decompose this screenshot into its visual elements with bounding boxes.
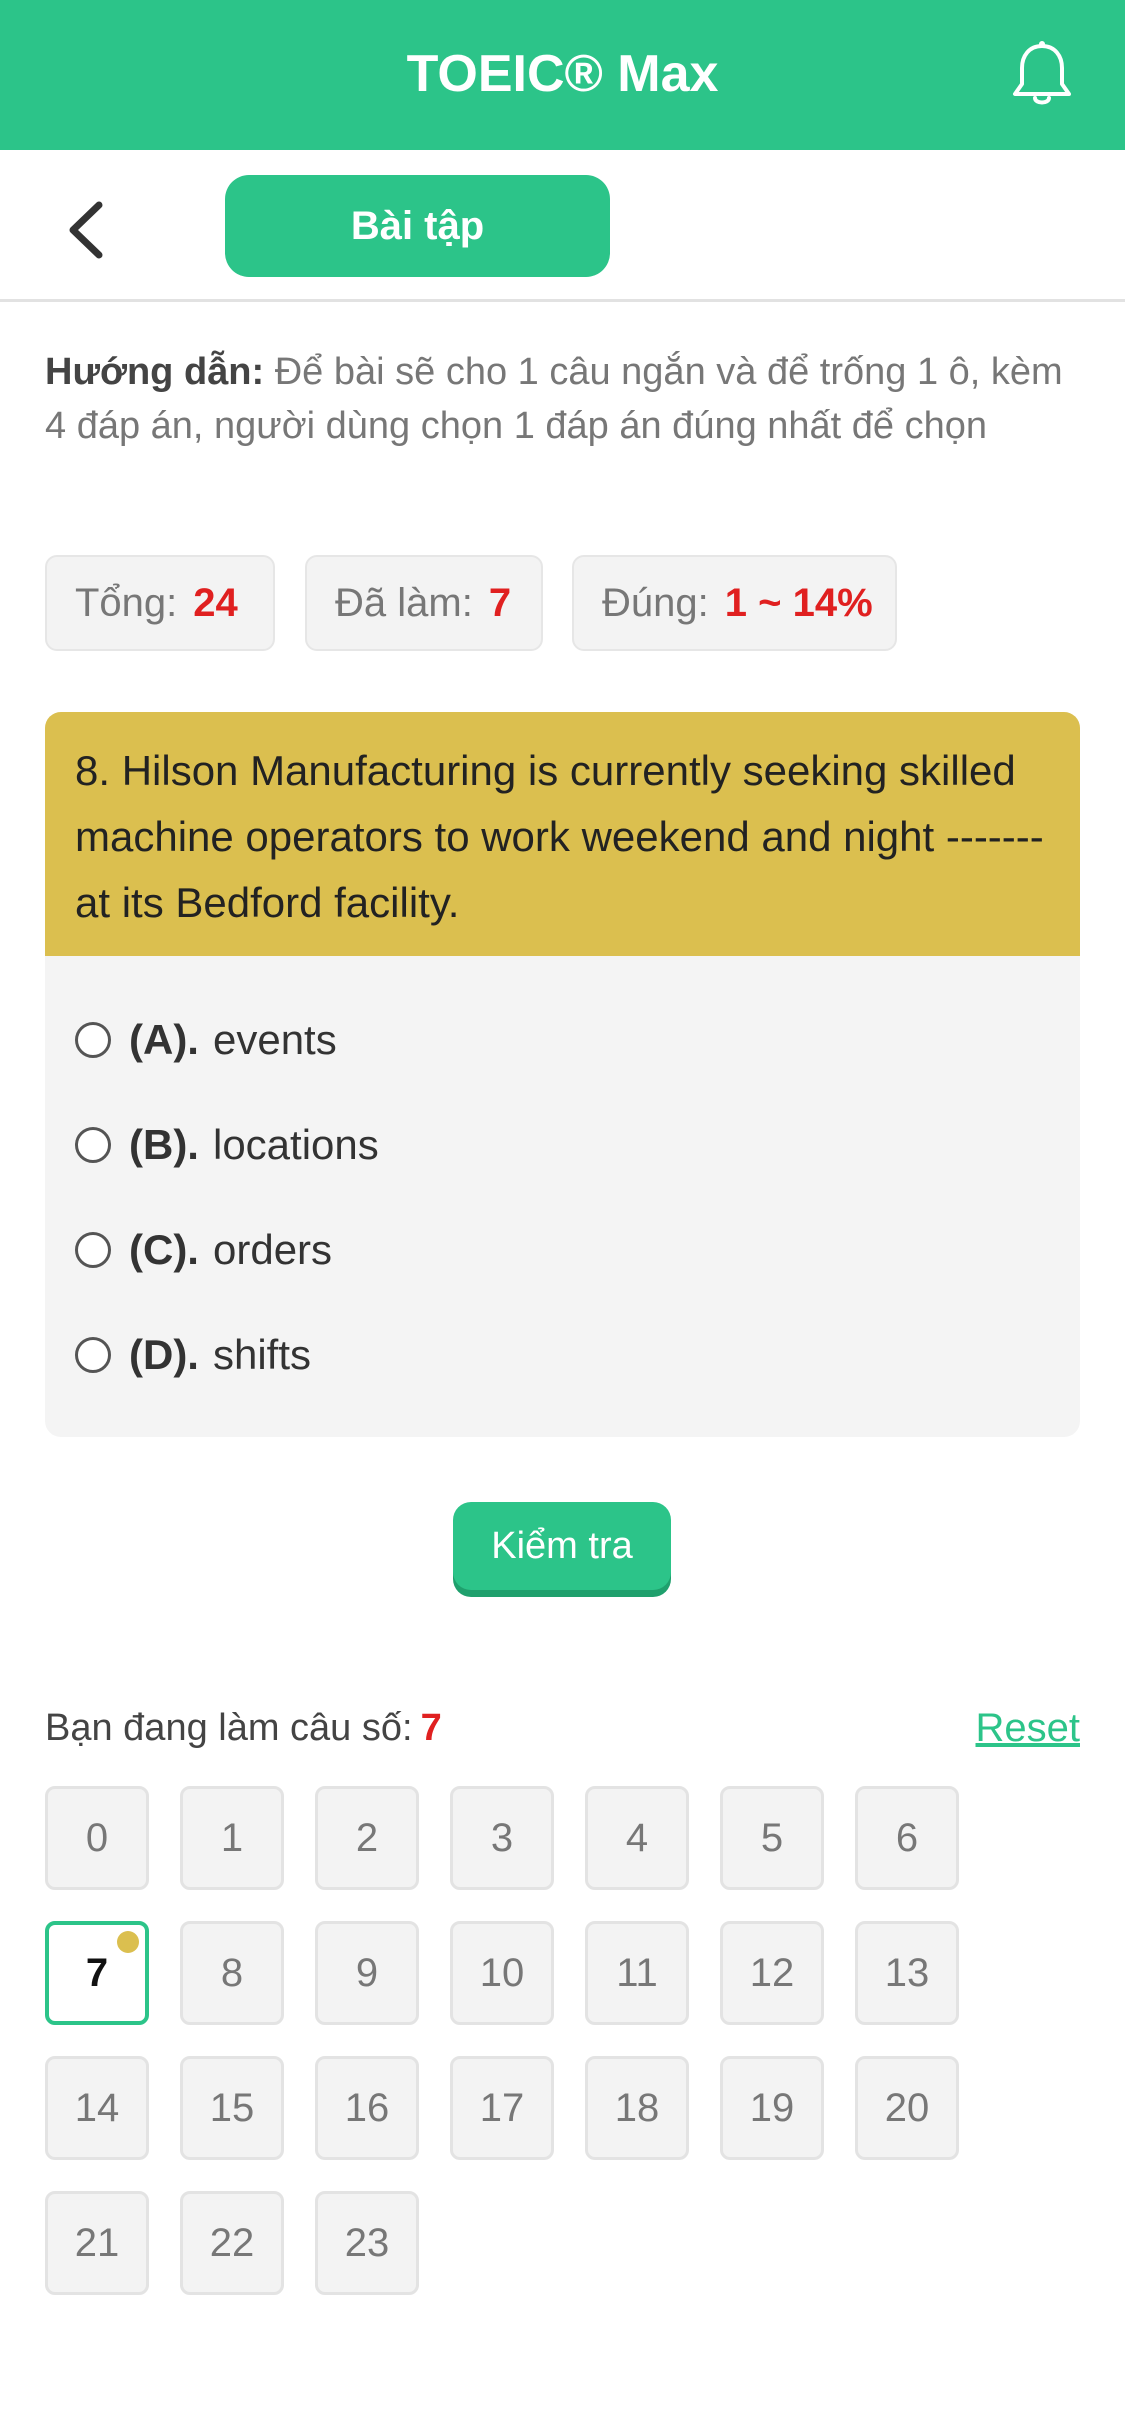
- question-number-button[interactable]: 23: [315, 2191, 419, 2295]
- bell-icon[interactable]: [1005, 38, 1079, 112]
- question-number-button[interactable]: 21: [45, 2191, 149, 2295]
- question-number-label: 19: [749, 2085, 795, 2130]
- question-number-button[interactable]: 9: [315, 1921, 419, 2025]
- question-number-label: 17: [479, 2085, 525, 2130]
- stat-correct-value: 1 ~ 14%: [724, 580, 873, 625]
- option-b[interactable]: (B). locations: [75, 1110, 379, 1180]
- instructions-label: Hướng dẫn:: [45, 351, 265, 393]
- question-number-label: 3: [490, 1815, 514, 1860]
- question-number-label: 4: [625, 1815, 649, 1860]
- radio-button[interactable]: [75, 1232, 111, 1268]
- stat-correct: Đúng: 1 ~ 14%: [572, 555, 897, 651]
- question-number-label: 2: [355, 1815, 379, 1860]
- question-number-button[interactable]: 2: [315, 1786, 419, 1890]
- question-number-button[interactable]: 14: [45, 2056, 149, 2160]
- back-button[interactable]: [55, 195, 125, 265]
- stat-done-label: Đã làm:: [335, 580, 473, 625]
- stat-done: Đã làm: 7: [305, 555, 543, 651]
- current-marker-dot: [117, 1931, 139, 1953]
- option-text: events: [212, 1016, 337, 1063]
- question-number-button[interactable]: 16: [315, 2056, 419, 2160]
- question-number-button[interactable]: 6: [855, 1786, 959, 1890]
- option-c[interactable]: (C). orders: [75, 1215, 332, 1285]
- question-number-button[interactable]: 10: [450, 1921, 554, 2025]
- tab-exercise[interactable]: Bài tập: [225, 175, 610, 277]
- chevron-left-icon: [69, 201, 103, 259]
- question-number-label: 6: [895, 1815, 919, 1860]
- question-number-label: 22: [209, 2220, 255, 2265]
- stat-correct-label: Đúng:: [602, 580, 709, 625]
- current-question-indicator: Bạn đang làm câu số: 7: [45, 1700, 442, 1756]
- app-title: TOEIC® Max: [406, 45, 719, 103]
- option-letter: (D).: [129, 1331, 199, 1378]
- option-letter: (B).: [129, 1121, 199, 1168]
- question-number-label: 12: [749, 1950, 795, 1995]
- question-number-button[interactable]: 22: [180, 2191, 284, 2295]
- question-number-label: 16: [344, 2085, 390, 2130]
- option-text: orders: [212, 1226, 333, 1273]
- stat-total-label: Tổng:: [75, 580, 178, 625]
- question-number-label: 13: [884, 1950, 930, 1995]
- instructions: Hướng dẫn: Để bài sẽ cho 1 câu ngắn và đ…: [45, 345, 1080, 453]
- question-number-button[interactable]: 1: [180, 1786, 284, 1890]
- question-number-label: 8: [220, 1950, 244, 1995]
- question-number-label: 7: [85, 1950, 109, 1995]
- question-number-label: 10: [479, 1950, 525, 1995]
- question-number-label: 15: [209, 2085, 255, 2130]
- option-letter: (C).: [129, 1226, 199, 1273]
- stat-done-value: 7: [488, 580, 512, 625]
- question-number-label: 5: [760, 1815, 784, 1860]
- radio-button[interactable]: [75, 1022, 111, 1058]
- question-number-label: 1: [220, 1815, 244, 1860]
- question-number-button[interactable]: 4: [585, 1786, 689, 1890]
- app-header: TOEIC® Max: [0, 0, 1125, 150]
- question-number-button[interactable]: 0: [45, 1786, 149, 1890]
- question-number-button[interactable]: 12: [720, 1921, 824, 2025]
- question-number-button[interactable]: 18: [585, 2056, 689, 2160]
- question-number-label: 9: [355, 1950, 379, 1995]
- question-number-button[interactable]: 19: [720, 2056, 824, 2160]
- question-number-label: 20: [884, 2085, 930, 2130]
- question-number-button[interactable]: 13: [855, 1921, 959, 2025]
- radio-button[interactable]: [75, 1337, 111, 1373]
- question-number-button[interactable]: 11: [585, 1921, 689, 2025]
- stat-total-value: 24: [193, 580, 238, 625]
- sub-navigation: Bài tập: [0, 150, 1125, 302]
- question-number-label: 21: [74, 2220, 120, 2265]
- stat-total: Tổng: 24: [45, 555, 275, 651]
- current-question-label: Bạn đang làm câu số:: [45, 1707, 413, 1749]
- check-button[interactable]: Kiểm tra: [453, 1502, 671, 1590]
- option-d[interactable]: (D). shifts: [75, 1320, 311, 1390]
- question-card: 8. Hilson Manufacturing is currently see…: [45, 712, 1080, 1437]
- radio-button[interactable]: [75, 1127, 111, 1163]
- question-number-label: 18: [614, 2085, 660, 2130]
- question-number-button[interactable]: 20: [855, 2056, 959, 2160]
- option-text: shifts: [212, 1331, 312, 1378]
- current-question-number: 7: [420, 1707, 442, 1749]
- question-number-button[interactable]: 17: [450, 2056, 554, 2160]
- question-number-button[interactable]: 3: [450, 1786, 554, 1890]
- question-number-button[interactable]: 8: [180, 1921, 284, 2025]
- option-letter: (A).: [129, 1016, 199, 1063]
- question-number-label: 0: [85, 1815, 109, 1860]
- option-a[interactable]: (A). events: [75, 1005, 337, 1075]
- question-number-button[interactable]: 5: [720, 1786, 824, 1890]
- reset-link[interactable]: Reset: [960, 1700, 1081, 1756]
- question-number-button[interactable]: 15: [180, 2056, 284, 2160]
- option-text: locations: [212, 1121, 379, 1168]
- question-number-label: 23: [344, 2220, 390, 2265]
- question-number-label: 14: [74, 2085, 120, 2130]
- question-number-label: 11: [616, 1950, 658, 1995]
- question-text: 8. Hilson Manufacturing is currently see…: [45, 712, 1080, 956]
- question-number-button[interactable]: 7: [45, 1921, 149, 2025]
